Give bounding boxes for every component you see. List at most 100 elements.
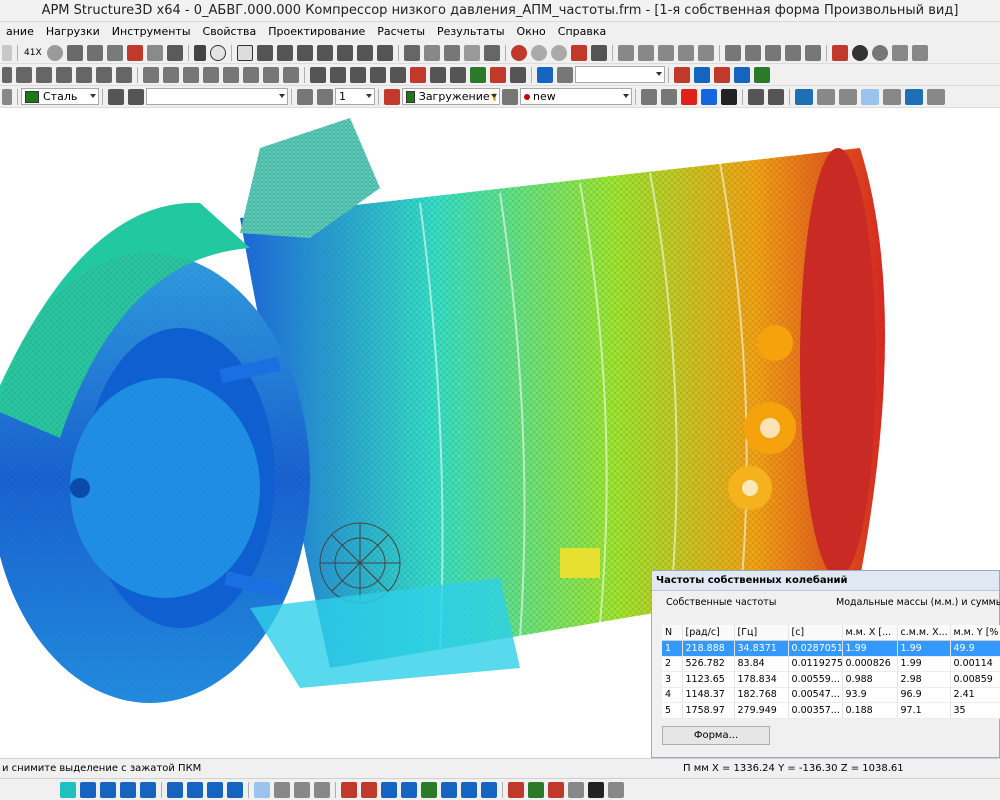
- load-edit-icon[interactable]: [502, 88, 518, 105]
- zoom-in-icon[interactable]: [510, 44, 527, 61]
- track-icon[interactable]: [294, 781, 310, 798]
- cloud-icon[interactable]: [46, 44, 63, 61]
- section-edit-icon[interactable]: [128, 88, 144, 105]
- mesh-show-icon[interactable]: [768, 88, 784, 105]
- fillet-icon[interactable]: [430, 66, 446, 83]
- chamfer-icon[interactable]: [450, 66, 466, 83]
- snap-grid-icon[interactable]: [60, 781, 76, 798]
- view-bottom-icon[interactable]: [356, 44, 373, 61]
- rotate-x-icon[interactable]: [617, 44, 634, 61]
- results-icon[interactable]: [641, 88, 657, 105]
- column-header[interactable]: с.м.м. X...: [897, 625, 951, 641]
- split-icon[interactable]: [143, 66, 159, 83]
- mode-shape-button[interactable]: Форма...: [662, 726, 770, 745]
- group-icon[interactable]: [126, 44, 143, 61]
- cross-icon[interactable]: [146, 44, 163, 61]
- shape-cylinder-icon[interactable]: [330, 66, 346, 83]
- table-row[interactable]: 2 526.782 83.84 0.0119275 0.000826 1.99 0.0011…: [662, 656, 1000, 672]
- solid-icon[interactable]: [76, 66, 92, 83]
- polar-icon[interactable]: [274, 781, 290, 798]
- gear-icon[interactable]: [871, 44, 888, 61]
- move-icon[interactable]: [724, 44, 741, 61]
- nodes-icon[interactable]: [86, 44, 103, 61]
- plate-icon[interactable]: [56, 66, 72, 83]
- section-view-icon[interactable]: [510, 66, 526, 83]
- view-back-icon[interactable]: [276, 44, 293, 61]
- table-row[interactable]: 1 218.888 34.8371 0.0287051 1.99 1.99 49.9: [662, 640, 1000, 657]
- zoom-window-icon[interactable]: [550, 44, 567, 61]
- result-export-icon[interactable]: [608, 781, 624, 798]
- frame-icon[interactable]: [236, 44, 253, 61]
- table-icon[interactable]: [911, 44, 928, 61]
- merge-icon[interactable]: [163, 66, 179, 83]
- arc-icon[interactable]: [714, 66, 730, 83]
- frame-select-icon[interactable]: [187, 781, 203, 798]
- menu-item[interactable]: Нагрузки: [40, 22, 106, 42]
- column-header[interactable]: [рад/с]: [682, 625, 735, 641]
- column-header[interactable]: м.м. Y [%: [950, 625, 1000, 641]
- axis-more-icon[interactable]: [883, 88, 901, 105]
- array-icon[interactable]: [804, 44, 821, 61]
- chart-icon[interactable]: [166, 44, 183, 61]
- fill-icon[interactable]: [66, 44, 83, 61]
- column-header[interactable]: м.м. X [...: [842, 625, 898, 641]
- result-anim-icon[interactable]: [588, 781, 604, 798]
- window-icon[interactable]: [537, 66, 553, 83]
- revolve-icon[interactable]: [203, 66, 219, 83]
- layer-select[interactable]: [575, 66, 665, 83]
- zoom-fit-icon[interactable]: [570, 44, 587, 61]
- section-library-icon[interactable]: [108, 88, 124, 105]
- axis-active-icon[interactable]: [861, 88, 879, 105]
- side-port-3[interactable]: [757, 325, 793, 361]
- shade-icon[interactable]: [443, 44, 460, 61]
- node-icon[interactable]: [2, 66, 12, 83]
- snap-line-icon[interactable]: [100, 781, 116, 798]
- export-emf-icon[interactable]: [795, 88, 813, 105]
- gravity-icon[interactable]: [461, 781, 477, 798]
- moment-icon[interactable]: [381, 781, 397, 798]
- fix-support-icon[interactable]: [341, 781, 357, 798]
- column-header[interactable]: N: [662, 625, 683, 641]
- shape-box-icon[interactable]: [310, 66, 326, 83]
- table-row[interactable]: 3 1123.65 178.834 0.00559... 0.988 2.98 0.0085…: [662, 671, 1000, 688]
- shape-torus-icon[interactable]: [390, 66, 406, 83]
- axis-icon[interactable]: [817, 88, 835, 105]
- snap-arc-icon[interactable]: [120, 781, 136, 798]
- menu-item[interactable]: Свойства: [197, 22, 263, 42]
- cut-plane-icon[interactable]: [490, 66, 506, 83]
- invert-icon[interactable]: [227, 781, 243, 798]
- palette-icon[interactable]: [681, 88, 697, 105]
- support-foot[interactable]: [560, 548, 600, 578]
- refine-icon[interactable]: [263, 66, 279, 83]
- boolean-icon[interactable]: [410, 66, 426, 83]
- menu-item[interactable]: Расчеты: [371, 22, 431, 42]
- result-energy-icon[interactable]: [568, 781, 584, 798]
- distance-icon[interactable]: [674, 66, 690, 83]
- perspective-icon[interactable]: [677, 44, 694, 61]
- scale-icon[interactable]: [784, 44, 801, 61]
- table-row[interactable]: 5 1758.97 279.949 0.00357... 0.188 97.1 35: [662, 702, 1000, 719]
- mesh-gen-icon[interactable]: [243, 66, 259, 83]
- snap-face-icon[interactable]: [140, 781, 156, 798]
- export-stl-icon[interactable]: [905, 88, 923, 105]
- section-select[interactable]: [146, 88, 288, 105]
- orientation-icon[interactable]: [297, 88, 313, 105]
- shape-sphere-icon[interactable]: [370, 66, 386, 83]
- beam-icon[interactable]: [36, 66, 52, 83]
- number-select[interactable]: 1: [335, 88, 375, 105]
- tile-icon[interactable]: [557, 66, 573, 83]
- result-disp-icon[interactable]: [508, 781, 524, 798]
- pan-icon[interactable]: [590, 44, 607, 61]
- extrude-icon[interactable]: [183, 66, 199, 83]
- column-header[interactable]: [Гц]: [734, 625, 789, 641]
- cut-icon[interactable]: [106, 44, 123, 61]
- rotate-z-icon[interactable]: [657, 44, 674, 61]
- column-header[interactable]: [с]: [788, 625, 843, 641]
- deform-icon[interactable]: [748, 88, 764, 105]
- misc-icon[interactable]: [927, 88, 945, 105]
- layers-icon[interactable]: [891, 44, 908, 61]
- menu-item[interactable]: Окно: [511, 22, 552, 42]
- menu-item[interactable]: Инструменты: [106, 22, 197, 42]
- material-select[interactable]: Сталь: [21, 88, 99, 105]
- rotate-y-icon[interactable]: [637, 44, 654, 61]
